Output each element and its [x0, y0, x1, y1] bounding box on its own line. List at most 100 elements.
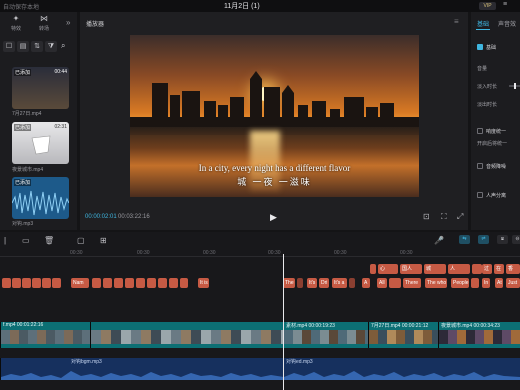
- text-clip[interactable]: [125, 278, 134, 288]
- time-ruler[interactable]: 00:30 00:30 00:30 00:30 00:30 00:30: [0, 249, 520, 257]
- text-clip[interactable]: [136, 278, 145, 288]
- text-clip[interactable]: It's a: [332, 278, 347, 288]
- text-clip[interactable]: [471, 278, 479, 288]
- window-menu-icon[interactable]: ≡: [503, 1, 507, 8]
- denoise-checkbox[interactable]: [477, 163, 483, 169]
- video-preview[interactable]: In a city, every night has a different f…: [130, 35, 419, 197]
- player-title: 播放器: [86, 22, 105, 28]
- video-clip[interactable]: [90, 322, 283, 348]
- text-clip[interactable]: In: [482, 278, 490, 288]
- audio-clip-name: 对钩ed.mp3: [286, 359, 313, 365]
- text-clip[interactable]: [114, 278, 123, 288]
- text-clip[interactable]: [22, 278, 31, 288]
- snap-icon[interactable]: ⇌: [478, 235, 489, 244]
- vip-badge[interactable]: VIP: [479, 2, 496, 10]
- text-clip[interactable]: People: [451, 278, 469, 288]
- text-clip[interactable]: [103, 278, 112, 288]
- select-icon[interactable]: |: [4, 236, 6, 245]
- paper-image: [31, 135, 51, 155]
- video-frames: [91, 330, 283, 344]
- text-clip[interactable]: All: [377, 278, 387, 288]
- text-clip[interactable]: [52, 278, 61, 288]
- text-clip[interactable]: [297, 278, 303, 288]
- text-clip[interactable]: At: [495, 278, 503, 288]
- text-clip[interactable]: [92, 278, 101, 288]
- text-clip[interactable]: The: [283, 278, 295, 288]
- play-icon[interactable]: ▶: [270, 212, 277, 223]
- text-clip[interactable]: 在: [494, 264, 504, 274]
- text-clip[interactable]: [32, 278, 41, 288]
- text-clip[interactable]: The who: [425, 278, 447, 288]
- project-title[interactable]: 11月2日 (1): [224, 1, 260, 11]
- playhead[interactable]: [283, 254, 284, 390]
- audio-clip[interactable]: 对钩ed.mp3: [283, 358, 520, 380]
- screenshot-icon[interactable]: ⊞: [100, 236, 107, 245]
- current-time: 00:00:02:01: [85, 214, 117, 220]
- autosave-hint: 自动保存本地: [3, 5, 40, 11]
- tab-sound-effect[interactable]: 声音效: [498, 19, 516, 28]
- voice-separation-checkbox[interactable]: [477, 192, 483, 198]
- loudness-checkbox[interactable]: [477, 128, 483, 134]
- text-clip[interactable]: [2, 278, 11, 288]
- text-clip[interactable]: [180, 278, 188, 288]
- text-clip[interactable]: [147, 278, 156, 288]
- text-clip[interactable]: 香: [506, 264, 520, 274]
- basic-checkbox[interactable]: [477, 44, 483, 50]
- text-clip[interactable]: [370, 264, 376, 274]
- text-clip[interactable]: It's: [307, 278, 317, 288]
- media-duration: 00:44: [54, 69, 67, 75]
- linkage-icon[interactable]: ⇆: [459, 235, 470, 244]
- delete-icon[interactable]: 🗑: [44, 236, 54, 245]
- video-clip[interactable]: 素材.mp4 00:00:19:23: [283, 322, 368, 348]
- video-clip[interactable]: 7月27日.mp4 00:00:21:12: [368, 322, 438, 348]
- import-icon[interactable]: ☐: [3, 41, 15, 52]
- text-clip[interactable]: 心: [378, 264, 398, 274]
- text-clip[interactable]: It is: [198, 278, 209, 288]
- zoom-out-icon[interactable]: ⊖: [512, 235, 520, 244]
- text-clip[interactable]: [472, 264, 482, 274]
- media-item[interactable]: 已添加: [12, 177, 69, 219]
- video-frames: [369, 330, 438, 344]
- tab-effects[interactable]: ✦ 特效: [6, 14, 26, 32]
- text-clip[interactable]: [349, 278, 355, 288]
- text-clip[interactable]: 城: [424, 264, 446, 274]
- text-clip[interactable]: [389, 278, 401, 288]
- audio-waveform: [12, 190, 69, 216]
- media-item[interactable]: 已添加 02:31: [12, 122, 69, 164]
- microphone-icon[interactable]: 🎤: [434, 236, 444, 245]
- snapshot-icon[interactable]: ⊡: [423, 212, 430, 221]
- more-tabs-icon[interactable]: »: [66, 18, 70, 27]
- search-icon[interactable]: ⌕: [61, 41, 65, 51]
- text-clip[interactable]: 国人: [400, 264, 422, 274]
- ratio-icon[interactable]: ⛶: [441, 212, 447, 222]
- audio-properties-panel: 基础 声音效 基础 音量 淡入时长 淡出时长 响度统一 开启后将统一 音频降噪 …: [471, 12, 520, 230]
- sort-icon[interactable]: ⇅: [31, 41, 43, 52]
- media-item[interactable]: 已添加 00:44: [12, 67, 69, 109]
- video-clip[interactable]: 夜景城市.mp4 00:00:34:23: [438, 322, 520, 348]
- text-clip[interactable]: 人: [448, 264, 470, 274]
- text-clip[interactable]: [169, 278, 178, 288]
- tab-basic[interactable]: 基础: [477, 19, 489, 28]
- video-clip[interactable]: f.mp4 00:01:22:16: [0, 322, 90, 348]
- tab-transition[interactable]: ⋈ 转场: [34, 14, 54, 32]
- audio-clip[interactable]: 对钩bgm.mp3: [0, 358, 283, 380]
- fade-in-slider-handle[interactable]: [514, 83, 516, 89]
- list-view-icon[interactable]: ▤: [17, 41, 29, 52]
- text-clip[interactable]: There: [403, 278, 421, 288]
- crop-icon[interactable]: ▢: [77, 236, 85, 245]
- text-clip[interactable]: Just: [506, 278, 520, 288]
- text-clip[interactable]: [12, 278, 21, 288]
- loudness-hint: 开启后将统一: [477, 141, 508, 147]
- text-clip[interactable]: 过: [482, 264, 492, 274]
- text-clip[interactable]: A: [362, 278, 370, 288]
- fullscreen-icon[interactable]: ⤢: [457, 212, 463, 222]
- preview-axis-icon[interactable]: ⧈: [497, 235, 508, 244]
- text-clip[interactable]: Nam: [71, 278, 89, 288]
- split-icon[interactable]: ▭: [22, 236, 30, 245]
- text-clip[interactable]: Dri: [319, 278, 329, 288]
- ruler-tick: 00:30: [137, 250, 150, 256]
- filter-icon[interactable]: ⧩: [45, 41, 57, 52]
- player-menu-icon[interactable]: ≡: [454, 17, 459, 26]
- text-clip[interactable]: [42, 278, 51, 288]
- text-clip[interactable]: [158, 278, 167, 288]
